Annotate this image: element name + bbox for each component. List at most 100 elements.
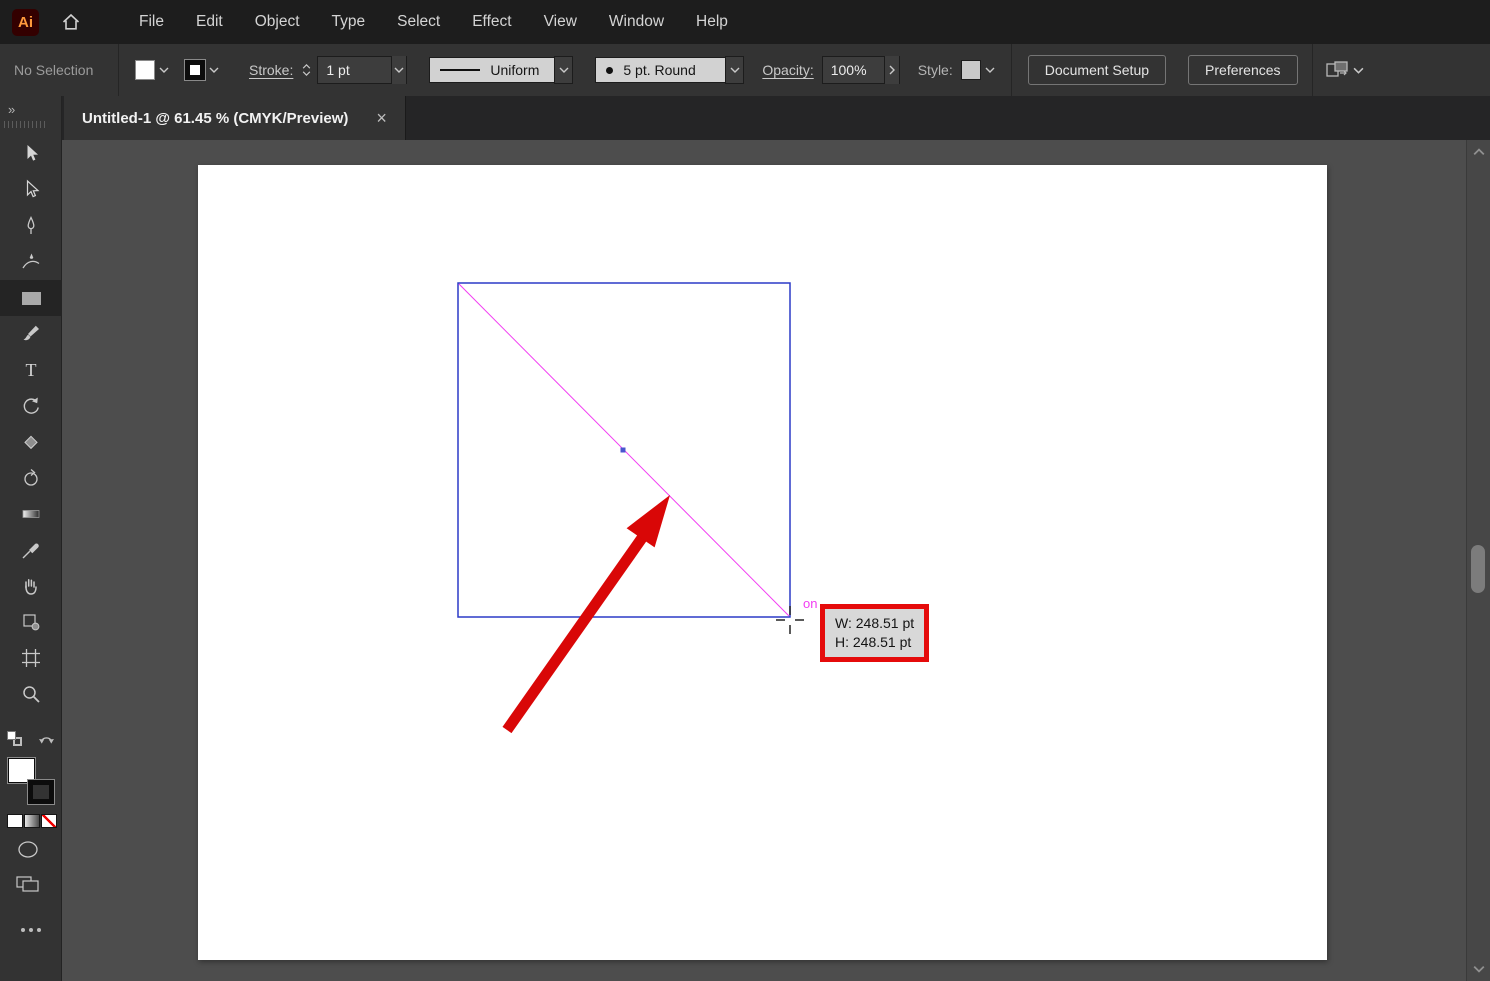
- home-icon: [62, 13, 80, 30]
- gradient-button[interactable]: [24, 814, 40, 828]
- paintbrush-tool[interactable]: [0, 316, 62, 352]
- chevron-down-icon[interactable]: [390, 56, 407, 84]
- eyedropper-icon: [22, 543, 39, 559]
- profile-value: Uniform: [490, 62, 540, 78]
- type-tool[interactable]: T: [0, 352, 62, 388]
- drawing-mode-button[interactable]: [16, 840, 40, 859]
- stepper-down-icon[interactable]: [302, 71, 311, 76]
- screen-mode-button[interactable]: [16, 876, 40, 893]
- fill-stroke-swatches: [8, 758, 54, 804]
- graphic-style-swatch[interactable]: [960, 60, 981, 80]
- none-button[interactable]: [41, 814, 57, 828]
- fill-color-swatch[interactable]: [135, 60, 155, 80]
- scroll-up-icon[interactable]: [1473, 148, 1485, 156]
- chevron-down-icon[interactable]: [159, 67, 169, 73]
- document-setup-button[interactable]: Document Setup: [1027, 55, 1167, 85]
- stroke-weight-input[interactable]: [318, 62, 391, 78]
- variable-width-profile-control[interactable]: Uniform: [429, 56, 574, 84]
- eraser-tool[interactable]: [0, 424, 62, 460]
- rectangle-icon: [21, 291, 41, 305]
- menu-type[interactable]: Type: [316, 13, 382, 31]
- opacity-field[interactable]: [821, 56, 900, 84]
- annotation-arrow: [502, 495, 670, 734]
- rotate-tool[interactable]: [0, 388, 62, 424]
- brush-preview-icon: [606, 66, 614, 74]
- color-button[interactable]: [7, 814, 23, 828]
- expand-panel-button[interactable]: »: [0, 96, 61, 117]
- menu-effect[interactable]: Effect: [456, 13, 527, 31]
- zoom-tool[interactable]: [0, 676, 62, 712]
- arrange-documents-icon: [1325, 61, 1348, 77]
- more-tools-button[interactable]: [21, 928, 41, 932]
- chevron-down-icon[interactable]: [985, 67, 995, 73]
- chevron-down-icon[interactable]: [554, 56, 574, 84]
- smart-guide-label: on: [803, 596, 818, 611]
- close-tab-icon[interactable]: ×: [376, 108, 387, 129]
- selection-tool[interactable]: [0, 136, 62, 172]
- drawing-mode-icon: [18, 841, 38, 858]
- graphic-style-control[interactable]: [960, 60, 995, 80]
- hand-tool[interactable]: [0, 568, 62, 604]
- menu-edit[interactable]: Edit: [180, 13, 239, 31]
- measurement-tooltip: W: 248.51 pt H: 248.51 pt: [820, 604, 930, 662]
- selection-status: No Selection: [14, 62, 94, 78]
- chevron-down-icon[interactable]: [1353, 67, 1364, 74]
- stepper-up-icon[interactable]: [302, 64, 311, 69]
- screen-mode-icon: [16, 876, 39, 892]
- scroll-down-icon[interactable]: [1473, 965, 1485, 973]
- stroke-color-swatch[interactable]: [185, 60, 205, 80]
- chevron-down-icon[interactable]: [209, 67, 219, 73]
- stroke-panel-link[interactable]: Stroke:: [249, 62, 293, 78]
- opacity-input[interactable]: [822, 62, 884, 78]
- symbols-icon: [23, 614, 40, 631]
- menu-help[interactable]: Help: [680, 13, 744, 31]
- menu-window[interactable]: Window: [593, 13, 680, 31]
- stroke-weight-field[interactable]: [317, 56, 408, 84]
- chevron-right-icon[interactable]: [883, 56, 899, 84]
- menu-select[interactable]: Select: [381, 13, 456, 31]
- menu-object[interactable]: Object: [239, 13, 316, 31]
- direct-selection-arrow-icon: [26, 179, 40, 198]
- pen-tool[interactable]: [0, 208, 62, 244]
- canvas[interactable]: on W: 248.51 pt H: 248.51 pt: [62, 140, 1490, 981]
- hand-icon: [25, 579, 37, 595]
- tooltip-height: H: 248.51 pt: [835, 633, 912, 650]
- symbols-tool[interactable]: [0, 604, 62, 640]
- opacity-panel-link[interactable]: Opacity:: [762, 62, 813, 78]
- document-tab-title: Untitled-1 @ 61.45 % (CMYK/Preview): [82, 109, 349, 127]
- eraser-icon: [24, 435, 38, 450]
- menu-file[interactable]: File: [123, 13, 180, 31]
- preferences-button[interactable]: Preferences: [1188, 55, 1298, 85]
- home-button[interactable]: [61, 12, 81, 32]
- stroke-weight-stepper[interactable]: [302, 64, 311, 76]
- swap-colors-icon[interactable]: [38, 732, 55, 745]
- brush-definition-control[interactable]: 5 pt. Round: [595, 56, 745, 84]
- stroke-swatch[interactable]: [28, 780, 54, 804]
- chevron-down-icon[interactable]: [725, 56, 745, 84]
- stroke-profile-preview-icon: [440, 69, 481, 71]
- rotate-view-tool[interactable]: [0, 460, 62, 496]
- rotate-view-icon: [24, 469, 38, 486]
- artboard-tool[interactable]: [0, 640, 62, 676]
- direct-selection-tool[interactable]: [0, 172, 62, 208]
- gradient-tool[interactable]: [0, 496, 62, 532]
- selection-arrow-icon: [27, 145, 38, 161]
- scrollbar-thumb[interactable]: [1471, 545, 1485, 593]
- default-colors-icon[interactable]: [7, 731, 22, 746]
- rectangle-tool[interactable]: [0, 280, 62, 316]
- document-tab[interactable]: Untitled-1 @ 61.45 % (CMYK/Preview) ×: [64, 96, 406, 140]
- tooltip-width: W: 248.51 pt: [835, 615, 915, 631]
- menu-view[interactable]: View: [528, 13, 593, 31]
- fill-color-control[interactable]: [135, 60, 169, 80]
- zoom-icon: [23, 686, 40, 703]
- stroke-color-control[interactable]: [185, 60, 219, 80]
- control-bar: No Selection Stroke: Uniform: [0, 44, 1490, 96]
- pen-icon: [27, 216, 35, 234]
- brush-value: 5 pt. Round: [623, 62, 696, 78]
- vertical-scrollbar[interactable]: [1466, 140, 1490, 981]
- arrange-documents-control[interactable]: [1325, 60, 1364, 80]
- color-type-buttons: [7, 814, 57, 828]
- illustrator-logo-icon: Ai: [12, 8, 39, 36]
- curvature-tool[interactable]: [0, 244, 62, 280]
- eyedropper-tool[interactable]: [0, 532, 62, 568]
